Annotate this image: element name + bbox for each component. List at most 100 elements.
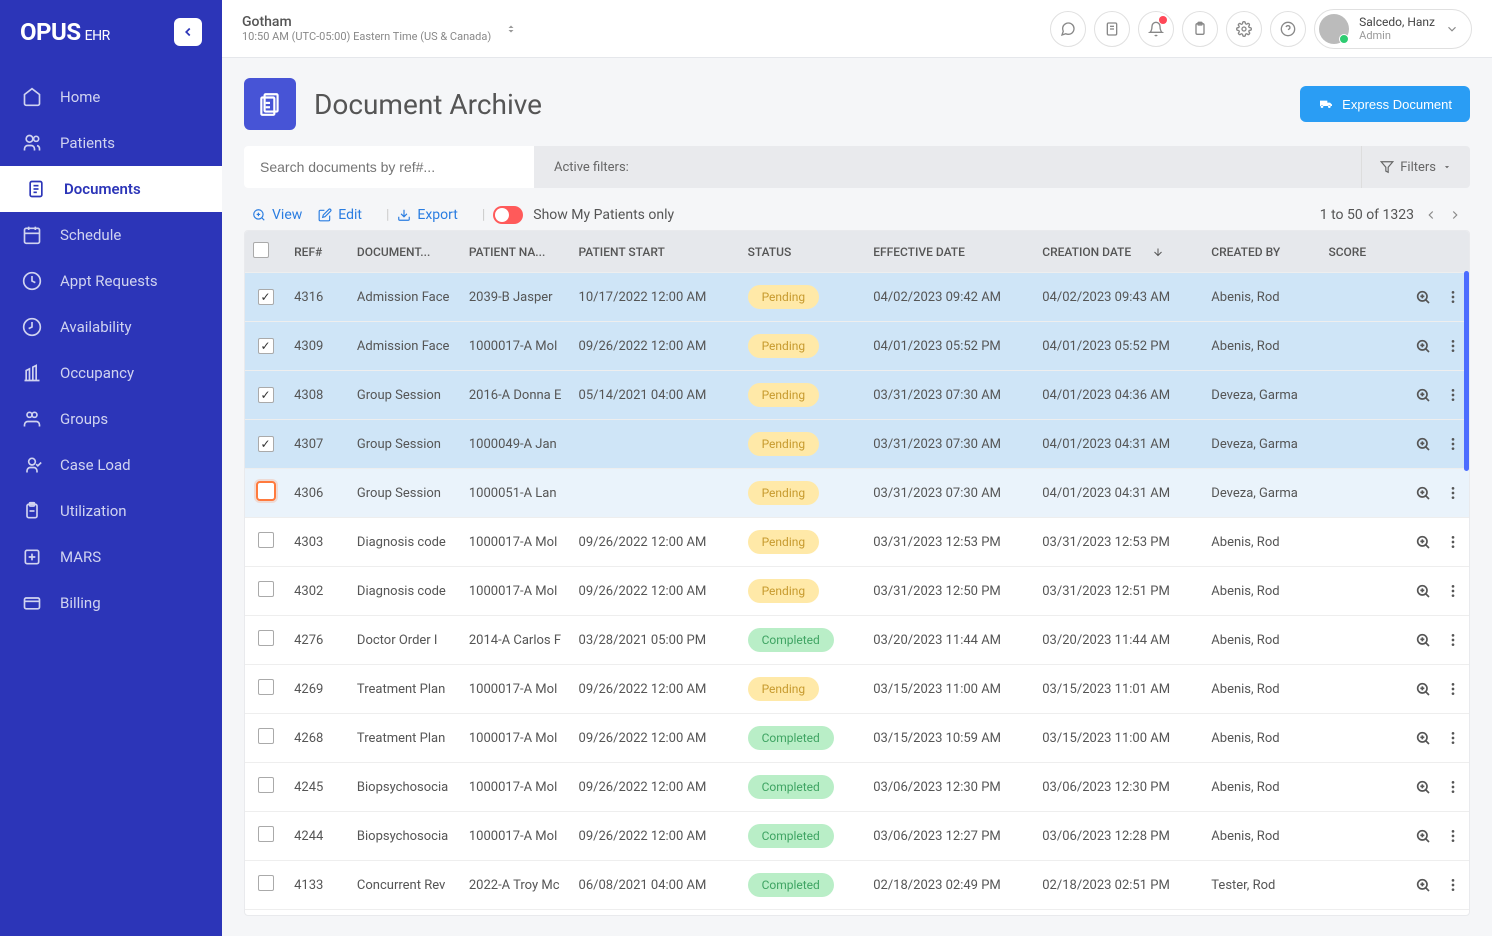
row-checkbox[interactable] <box>258 875 274 891</box>
clipboard-icon[interactable] <box>1182 11 1218 47</box>
zoom-icon[interactable] <box>1415 681 1431 697</box>
user-menu[interactable]: Salcedo, Hanz Admin <box>1314 9 1472 49</box>
table-row[interactable]: 4302Diagnosis code1000017-A Mol09/26/202… <box>245 567 1469 616</box>
zoom-icon[interactable] <box>1415 289 1431 305</box>
chevron-up-down-icon[interactable] <box>505 21 517 37</box>
more-icon[interactable] <box>1445 632 1461 648</box>
table-row[interactable]: 4307Group Session1000049-A JanPending03/… <box>245 420 1469 469</box>
more-icon[interactable] <box>1445 289 1461 305</box>
sidebar-item-home[interactable]: Home <box>0 74 222 120</box>
sidebar-item-appt-requests[interactable]: Appt Requests <box>0 258 222 304</box>
nav-icon <box>22 593 42 613</box>
row-checkbox[interactable] <box>256 481 276 501</box>
col-document[interactable]: DOCUMENT... <box>349 231 461 273</box>
table-row[interactable]: 4133Concurrent Rev2022-A Troy Mc06/08/20… <box>245 861 1469 910</box>
select-all-checkbox[interactable] <box>253 242 269 258</box>
row-checkbox[interactable] <box>258 777 274 793</box>
table-row[interactable]: 4306Group Session1000051-A LanPending03/… <box>245 469 1469 518</box>
zoom-icon[interactable] <box>1415 583 1431 599</box>
row-checkbox[interactable] <box>258 630 274 646</box>
col-effective[interactable]: EFFECTIVE DATE <box>865 231 1034 273</box>
row-checkbox[interactable] <box>258 387 274 403</box>
zoom-icon[interactable] <box>1415 485 1431 501</box>
row-checkbox[interactable] <box>258 338 274 354</box>
col-creation[interactable]: CREATION DATE <box>1034 231 1203 273</box>
row-checkbox[interactable] <box>258 679 274 695</box>
sidebar-item-availability[interactable]: Availability <box>0 304 222 350</box>
scrollbar[interactable] <box>1464 271 1469 471</box>
col-score[interactable]: SCORE <box>1320 231 1389 273</box>
more-icon[interactable] <box>1445 779 1461 795</box>
sidebar-item-mars[interactable]: MARS <box>0 534 222 580</box>
zoom-icon[interactable] <box>1415 779 1431 795</box>
sidebar-item-patients[interactable]: Patients <box>0 120 222 166</box>
col-start[interactable]: PATIENT START <box>571 231 740 273</box>
more-icon[interactable] <box>1445 387 1461 403</box>
table-row[interactable]: 4245Biopsychosocia1000017-A Mol09/26/202… <box>245 763 1469 812</box>
edit-button[interactable]: Edit <box>318 207 362 223</box>
table-row[interactable]: 4269Treatment Plan1000017-A Mol09/26/202… <box>245 665 1469 714</box>
col-ref[interactable]: REF# <box>286 231 349 273</box>
row-checkbox[interactable] <box>258 436 274 452</box>
zoom-icon[interactable] <box>1415 534 1431 550</box>
patients-only-toggle[interactable] <box>493 206 523 224</box>
more-icon[interactable] <box>1445 436 1461 452</box>
table-row[interactable]: 4303Diagnosis code1000017-A Mol09/26/202… <box>245 518 1469 567</box>
next-page-button[interactable] <box>1448 208 1462 222</box>
col-status[interactable]: STATUS <box>740 231 866 273</box>
more-icon[interactable] <box>1445 583 1461 599</box>
table-row[interactable]: 4316Admission Face2039-B Jasper10/17/202… <box>245 273 1469 322</box>
zoom-icon[interactable] <box>1415 632 1431 648</box>
sidebar-item-label: Groups <box>60 410 108 428</box>
location-selector[interactable]: Gotham 10:50 AM (UTC-05:00) Eastern Time… <box>242 14 491 43</box>
cell-score <box>1320 616 1389 665</box>
col-createdby[interactable]: CREATED BY <box>1203 231 1320 273</box>
zoom-icon[interactable] <box>1415 436 1431 452</box>
collapse-sidebar-button[interactable] <box>174 18 202 46</box>
more-icon[interactable] <box>1445 828 1461 844</box>
more-icon[interactable] <box>1445 877 1461 893</box>
sidebar-item-utilization[interactable]: Utilization <box>0 488 222 534</box>
table-row[interactable]: 4309Admission Face1000017-A Mol09/26/202… <box>245 322 1469 371</box>
sidebar-item-groups[interactable]: Groups <box>0 396 222 442</box>
zoom-icon[interactable] <box>1415 387 1431 403</box>
sidebar-item-documents[interactable]: Documents <box>0 166 222 212</box>
row-checkbox[interactable] <box>258 581 274 597</box>
more-icon[interactable] <box>1445 338 1461 354</box>
cell-ref: 4306 <box>286 469 349 518</box>
row-checkbox[interactable] <box>258 826 274 842</box>
export-button[interactable]: Export <box>397 207 457 223</box>
more-icon[interactable] <box>1445 534 1461 550</box>
table-row[interactable]: 4276Doctor Order I2014-A Carlos F03/28/2… <box>245 616 1469 665</box>
zoom-icon[interactable] <box>1415 828 1431 844</box>
express-document-button[interactable]: Express Document <box>1300 86 1470 122</box>
table-row[interactable]: 4268Treatment Plan1000017-A Mol09/26/202… <box>245 714 1469 763</box>
view-button[interactable]: View <box>252 207 302 223</box>
row-checkbox[interactable] <box>258 532 274 548</box>
cell-creation: 03/06/2023 12:28 PM <box>1034 812 1203 861</box>
document-icon[interactable] <box>1094 11 1130 47</box>
gear-icon[interactable] <box>1226 11 1262 47</box>
zoom-icon[interactable] <box>1415 877 1431 893</box>
zoom-icon[interactable] <box>1415 730 1431 746</box>
zoom-icon[interactable] <box>1415 338 1431 354</box>
bell-icon[interactable] <box>1138 11 1174 47</box>
col-patient[interactable]: PATIENT NA... <box>461 231 571 273</box>
chat-icon[interactable] <box>1050 11 1086 47</box>
search-input[interactable] <box>244 146 534 188</box>
help-icon[interactable] <box>1270 11 1306 47</box>
sidebar-item-occupancy[interactable]: Occupancy <box>0 350 222 396</box>
row-checkbox[interactable] <box>258 289 274 305</box>
filters-button[interactable]: Filters <box>1361 146 1470 188</box>
more-icon[interactable] <box>1445 730 1461 746</box>
prev-page-button[interactable] <box>1424 208 1438 222</box>
more-icon[interactable] <box>1445 681 1461 697</box>
table-row[interactable]: 4308Group Session2016-A Donna E05/14/202… <box>245 371 1469 420</box>
sidebar-item-case-load[interactable]: Case Load <box>0 442 222 488</box>
row-checkbox[interactable] <box>258 728 274 744</box>
nav-icon <box>22 317 42 337</box>
more-icon[interactable] <box>1445 485 1461 501</box>
table-row[interactable]: 4244Biopsychosocia1000017-A Mol09/26/202… <box>245 812 1469 861</box>
sidebar-item-schedule[interactable]: Schedule <box>0 212 222 258</box>
sidebar-item-billing[interactable]: Billing <box>0 580 222 626</box>
